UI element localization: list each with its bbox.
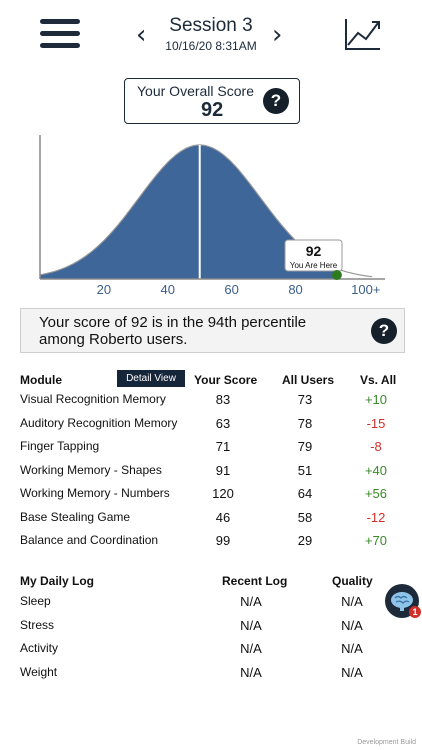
score-marker [331, 270, 342, 280]
module-name: Visual Recognition Memory [20, 392, 166, 406]
module-all-users: 58 [297, 509, 313, 525]
module-name: Balance and Coordination [20, 533, 159, 547]
module-your-score: 71 [215, 439, 231, 454]
log-quality-value: N/A [341, 664, 363, 680]
log-recent-value: N/A [240, 664, 262, 680]
log-quality-value: N/A [341, 617, 363, 633]
hamburger-line [40, 31, 80, 36]
percentile-box: Your score of 92 is in the 94th percenti… [20, 308, 405, 353]
module-your-score: 91 [215, 462, 231, 478]
module-all-users: 51 [297, 462, 313, 478]
module-your-score: 83 [215, 392, 231, 407]
module-all-users: 64 [297, 486, 313, 501]
module-name: Base Stealing Game [20, 509, 131, 524]
session-date: 10/16/20 8:31AM [165, 39, 257, 53]
module-all-users: 78 [297, 415, 313, 431]
log-recent-value: N/A [240, 617, 262, 633]
module-vs-all: -15 [366, 415, 386, 431]
module-name: Working Memory - Shapes [20, 462, 162, 477]
callout-caption: You Are Here [290, 261, 338, 270]
score-distribution-chart: 20 40 60 80 100+ 92 You Are Here [39, 135, 385, 297]
module-name: Finger Tapping [20, 439, 100, 453]
percentile-help-icon[interactable]: ? [371, 318, 397, 344]
log-item-name: Sleep [20, 594, 51, 608]
module-all-users: 29 [297, 533, 313, 548]
detail-view-button[interactable]: Detail View [117, 370, 185, 387]
module-vs-all: +10 [364, 392, 388, 407]
overall-score-value: 92 [201, 99, 224, 121]
module-your-score: 120 [212, 486, 234, 501]
module-your-score: 63 [215, 415, 231, 431]
module-vs-all: +70 [364, 533, 388, 548]
log-recent-value: N/A [240, 594, 262, 609]
module-your-score: 46 [215, 509, 231, 525]
hamburger-menu-icon [40, 19, 80, 24]
all-users-header: All Users [282, 373, 335, 387]
quality-header: Quality [332, 574, 373, 588]
percentile-text: Your score of 92 is in the 94th percenti… [39, 314, 307, 348]
overall-score-box: Your Overall Score 92 ? [124, 78, 300, 124]
overall-help-icon[interactable]: ? [263, 88, 289, 114]
session-title: Session 3 [169, 15, 253, 36]
module-all-users: 79 [297, 439, 313, 454]
menu-button[interactable] [40, 19, 80, 49]
notification-badge: 1 [409, 606, 421, 618]
vs-all-header: Vs. All [360, 373, 397, 387]
module-vs-all: +40 [364, 462, 388, 478]
callout-score: 92 [306, 243, 322, 259]
x-tick-label: 40 [161, 282, 175, 297]
module-all-users: 73 [297, 392, 313, 407]
log-quality-value: N/A [341, 641, 363, 656]
module-your-score: 99 [215, 533, 231, 548]
hamburger-line [40, 43, 80, 48]
module-name: Working Memory - Numbers [20, 486, 170, 500]
module-name: Auditory Recognition Memory [20, 415, 178, 430]
module-header: Module [20, 373, 62, 387]
trend-chart-icon[interactable] [344, 17, 382, 51]
log-recent-value: N/A [240, 641, 262, 656]
daily-log-header: My Daily Log [20, 574, 95, 588]
you-are-here-callout: 92 You Are Here [284, 239, 343, 272]
x-tick-label: 20 [97, 282, 111, 297]
log-item-name: Stress [20, 617, 55, 632]
x-tick-label: 100+ [351, 282, 380, 297]
log-item-name: Activity [20, 641, 59, 655]
log-item-name: Weight [20, 664, 58, 679]
module-vs-all: +56 [364, 486, 388, 501]
log-quality-value: N/A [341, 594, 363, 609]
recent-log-header: Recent Log [222, 574, 288, 588]
x-tick-label: 80 [288, 282, 302, 297]
module-vs-all: -8 [370, 439, 382, 454]
chevron-right-icon[interactable]: › [272, 22, 282, 48]
overall-score-label: Your Overall Score [137, 83, 254, 99]
module-vs-all: -12 [366, 509, 386, 525]
your-score-header: Your Score [194, 373, 258, 387]
build-watermark: Development Build [357, 739, 416, 746]
x-tick-label: 60 [224, 282, 238, 297]
